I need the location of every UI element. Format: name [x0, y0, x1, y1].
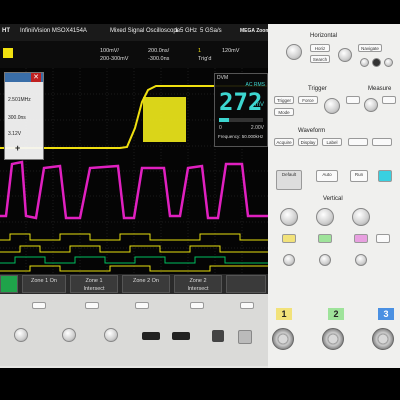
channel-2-bnc-input[interactable] — [322, 328, 344, 350]
digital-input-connector-1[interactable] — [14, 328, 28, 342]
sample-rate-label: 5 GSa/s — [200, 28, 222, 34]
meas-button[interactable] — [382, 96, 396, 104]
usb-port-icon[interactable] — [142, 332, 160, 340]
bezel-button-5[interactable] — [240, 302, 254, 309]
save-recall-button[interactable] — [348, 138, 368, 146]
close-icon[interactable]: ✕ — [31, 73, 41, 82]
dvm-panel: DVM AC RMS 272 mV 0 2.00V Frequency: 50.… — [214, 73, 268, 147]
brand-text: HT — [2, 28, 10, 34]
megazoom-logo: MEGA Zoom — [240, 28, 270, 34]
waveform-section-label: Waveform — [298, 128, 326, 134]
popup-titlebar: ✕ — [5, 73, 43, 82]
ch3-offset-knob[interactable] — [355, 254, 367, 266]
channel-2-badge: 2 — [328, 308, 344, 320]
channel-3-badge: 3 — [378, 308, 394, 320]
trigger-status: 1 Trig'd — [198, 48, 212, 62]
ground-terminal-icon — [212, 330, 224, 342]
model-description: Mixed Signal Oscilloscope — [110, 28, 181, 34]
popup-time: 300.0ns — [8, 115, 26, 121]
digital-input-connector-2[interactable] — [62, 328, 76, 342]
display-button[interactable]: Display — [298, 138, 318, 146]
softkey-bar: Zone 1 On Zone 1 Intersect Zone 2 On Zone… — [0, 274, 268, 294]
math-button[interactable] — [376, 234, 390, 243]
softkey-zone1-intersect[interactable]: Zone 1 Intersect — [70, 275, 118, 293]
popup-add-button[interactable]: + — [15, 143, 20, 153]
softkey-zone2-on[interactable]: Zone 2 On — [122, 275, 170, 293]
acquire-button[interactable]: Acquire — [274, 138, 294, 146]
horiz-button[interactable]: Horiz — [310, 44, 330, 52]
dvm-unit: mV — [255, 102, 264, 108]
search-button[interactable]: Search — [310, 55, 330, 63]
usb-port-2-icon[interactable] — [172, 332, 190, 340]
model-bar: HT InfiniiVision MSOX4154A Mixed Signal … — [0, 24, 270, 41]
bandwidth-label: 1.5 GHz — [175, 28, 198, 34]
ch2-offset-knob[interactable] — [319, 254, 331, 266]
model-name: InfiniiVision MSOX4154A — [20, 28, 87, 34]
zone-1-box[interactable] — [143, 97, 186, 142]
popup-voltage: 3.12V — [8, 131, 22, 137]
navigate-button[interactable]: Navigate — [358, 44, 382, 52]
nav-stop-button[interactable] — [372, 58, 381, 67]
bezel-button-4[interactable] — [190, 302, 204, 309]
label-button[interactable]: Label — [322, 138, 342, 146]
horizontal-section-label: Horizontal — [310, 33, 338, 39]
bezel-button-3[interactable] — [135, 302, 149, 309]
ch2-button[interactable] — [318, 234, 332, 243]
auto-scale-button[interactable]: Auto — [316, 170, 338, 182]
dvm-bar-fill — [219, 118, 229, 122]
default-setup-button[interactable]: Default — [276, 170, 302, 190]
settings-bar: 100mV/200-300mV 200.0ns/-300.0ns 1 Trig'd… — [0, 41, 268, 68]
force-trigger-button[interactable]: Force — [298, 96, 318, 104]
bezel-button-2[interactable] — [85, 302, 99, 309]
trigger-section-label: Trigger — [308, 86, 327, 92]
cursors-button[interactable] — [346, 96, 360, 104]
timebase: 200.0ns/-300.0ns — [148, 48, 170, 62]
nav-back-button[interactable] — [360, 58, 369, 67]
ch1-button[interactable] — [282, 234, 296, 243]
channel-1-badge: 1 — [276, 308, 292, 320]
ch1-offset-knob[interactable] — [283, 254, 295, 266]
probe-comp-terminal-icon — [238, 330, 252, 344]
horizontal-position-knob[interactable] — [338, 48, 352, 62]
channel-1-indicator — [3, 48, 13, 58]
softkey-0[interactable] — [0, 275, 18, 293]
popup-frequency: 2.501MHz — [8, 97, 31, 103]
softkey-zone2-intersect[interactable]: Zone 2 Intersect — [174, 275, 222, 293]
dvm-title: DVM — [217, 75, 229, 81]
channel-3-bnc-input[interactable] — [372, 328, 394, 350]
dvm-scale-max: 2.00V — [250, 125, 264, 131]
utility-button[interactable] — [372, 138, 392, 146]
vertical-section-label: Vertical — [323, 196, 343, 202]
ch3-scale-knob[interactable] — [352, 208, 370, 226]
front-bottom-panel — [0, 294, 268, 366]
dvm-frequency: Frequency: 50.000kHz — [218, 134, 264, 139]
trigger-level-knob[interactable] — [324, 98, 340, 114]
volts-div: 100mV/200-300mV — [100, 48, 129, 62]
ch2-scale-knob[interactable] — [316, 208, 334, 226]
measurement-popup[interactable]: ✕ 2.501MHz 300.0ns 3.12V + — [4, 72, 44, 160]
channel-1-bnc-input[interactable] — [272, 328, 294, 350]
trigger-button[interactable]: Trigger — [274, 96, 294, 104]
run-stop-button[interactable]: Run — [350, 170, 368, 182]
nav-forward-button[interactable] — [384, 58, 393, 67]
dvm-bar — [219, 118, 263, 122]
digital-input-connector-3[interactable] — [104, 328, 118, 342]
single-button[interactable] — [378, 170, 392, 182]
cursor-knob[interactable] — [364, 98, 378, 112]
softkey-zone1-on[interactable]: Zone 1 On — [22, 275, 66, 293]
ch3-button[interactable] — [354, 234, 368, 243]
ch1-scale-knob[interactable] — [280, 208, 298, 226]
softkey-5[interactable] — [226, 275, 266, 293]
dvm-scale-min: 0 — [219, 125, 222, 131]
bezel-button-1[interactable] — [32, 302, 46, 309]
horizontal-scale-knob[interactable] — [286, 44, 302, 60]
measure-section-label: Measure — [368, 86, 392, 92]
trigger-level: 120mV — [222, 48, 240, 54]
trigger-mode-button[interactable]: Mode — [274, 108, 294, 116]
